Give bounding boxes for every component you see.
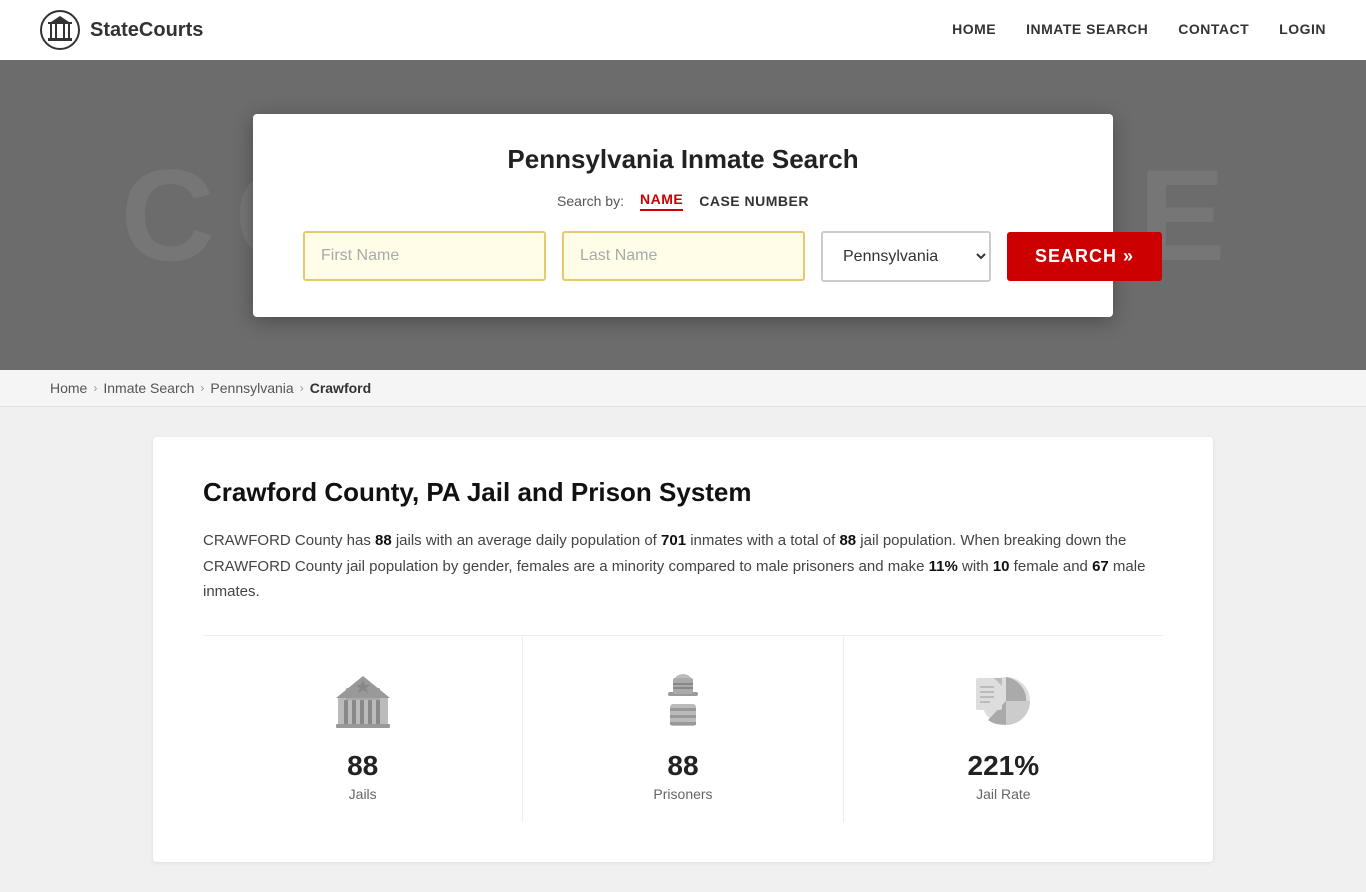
header: StateCourts HOME INMATE SEARCH CONTACT L… bbox=[0, 0, 1366, 60]
first-name-input[interactable] bbox=[303, 231, 546, 281]
avg-population-inline: 701 bbox=[661, 532, 686, 549]
desc-text-2: jails with an average daily population o… bbox=[392, 532, 661, 549]
hero-section: COURTHOUSE Pennsylvania Inmate Search Se… bbox=[0, 60, 1366, 370]
search-button[interactable]: SEARCH » bbox=[1007, 232, 1162, 281]
desc-text-1: CRAWFORD County has bbox=[203, 532, 375, 549]
content-card: Crawford County, PA Jail and Prison Syst… bbox=[153, 437, 1213, 862]
desc-text-3: inmates with a total of bbox=[686, 532, 839, 549]
prisoners-number: 88 bbox=[667, 750, 698, 782]
breadcrumb: Home › Inmate Search › Pennsylvania › Cr… bbox=[50, 380, 1316, 396]
jails-icon bbox=[328, 666, 398, 736]
breadcrumb-sep-2: › bbox=[200, 381, 204, 395]
desc-text-6: female and bbox=[1010, 558, 1093, 575]
tab-case-number[interactable]: CASE NUMBER bbox=[699, 193, 809, 209]
female-pct-inline: 11% bbox=[929, 558, 958, 575]
tab-name[interactable]: NAME bbox=[640, 191, 683, 211]
county-description: CRAWFORD County has 88 jails with an ave… bbox=[203, 528, 1163, 605]
female-count-inline: 10 bbox=[993, 558, 1010, 575]
desc-text-5: with bbox=[958, 558, 993, 575]
jail-rate-label: Jail Rate bbox=[976, 786, 1030, 802]
nav-login[interactable]: LOGIN bbox=[1279, 21, 1326, 37]
last-name-input[interactable] bbox=[562, 231, 805, 281]
breadcrumb-sep-1: › bbox=[93, 381, 97, 395]
nav-inmate-search[interactable]: INMATE SEARCH bbox=[1026, 21, 1148, 37]
stat-jails: 88 Jails bbox=[203, 636, 523, 822]
jails-label: Jails bbox=[349, 786, 377, 802]
breadcrumb-inmate-search[interactable]: Inmate Search bbox=[103, 380, 194, 396]
breadcrumb-current: Crawford bbox=[310, 380, 371, 396]
jails-count-inline: 88 bbox=[375, 532, 392, 549]
jail-rate-number: 221% bbox=[968, 750, 1040, 782]
stat-jail-rate: 221% Jail Rate bbox=[844, 636, 1163, 822]
state-select[interactable]: Pennsylvania AlabamaAlaskaArizona Arkans… bbox=[821, 231, 991, 282]
stats-row: 88 Jails bbox=[203, 635, 1163, 822]
search-card-title: Pennsylvania Inmate Search bbox=[303, 144, 1063, 175]
logo[interactable]: StateCourts bbox=[40, 10, 203, 50]
main-nav: HOME INMATE SEARCH CONTACT LOGIN bbox=[952, 21, 1326, 39]
logo-icon bbox=[40, 10, 80, 50]
male-count-inline: 67 bbox=[1092, 558, 1109, 575]
breadcrumb-sep-3: › bbox=[300, 381, 304, 395]
stat-prisoners: 88 Prisoners bbox=[523, 636, 843, 822]
prisoners-label: Prisoners bbox=[653, 786, 712, 802]
logo-text: StateCourts bbox=[90, 19, 203, 42]
jail-rate-icon bbox=[968, 666, 1038, 736]
search-by-row: Search by: NAME CASE NUMBER bbox=[303, 191, 1063, 211]
main-content: Crawford County, PA Jail and Prison Syst… bbox=[103, 407, 1263, 892]
search-by-label: Search by: bbox=[557, 193, 624, 209]
total-jail-inline: 88 bbox=[839, 532, 856, 549]
nav-home[interactable]: HOME bbox=[952, 21, 996, 37]
nav-contact[interactable]: CONTACT bbox=[1178, 21, 1249, 37]
search-fields: Pennsylvania AlabamaAlaskaArizona Arkans… bbox=[303, 231, 1063, 282]
prisoners-icon bbox=[648, 666, 718, 736]
breadcrumb-home[interactable]: Home bbox=[50, 380, 87, 396]
jails-number: 88 bbox=[347, 750, 378, 782]
breadcrumb-state[interactable]: Pennsylvania bbox=[210, 380, 293, 396]
search-card: Pennsylvania Inmate Search Search by: NA… bbox=[253, 114, 1113, 317]
breadcrumb-bar: Home › Inmate Search › Pennsylvania › Cr… bbox=[0, 370, 1366, 407]
county-title: Crawford County, PA Jail and Prison Syst… bbox=[203, 477, 1163, 508]
